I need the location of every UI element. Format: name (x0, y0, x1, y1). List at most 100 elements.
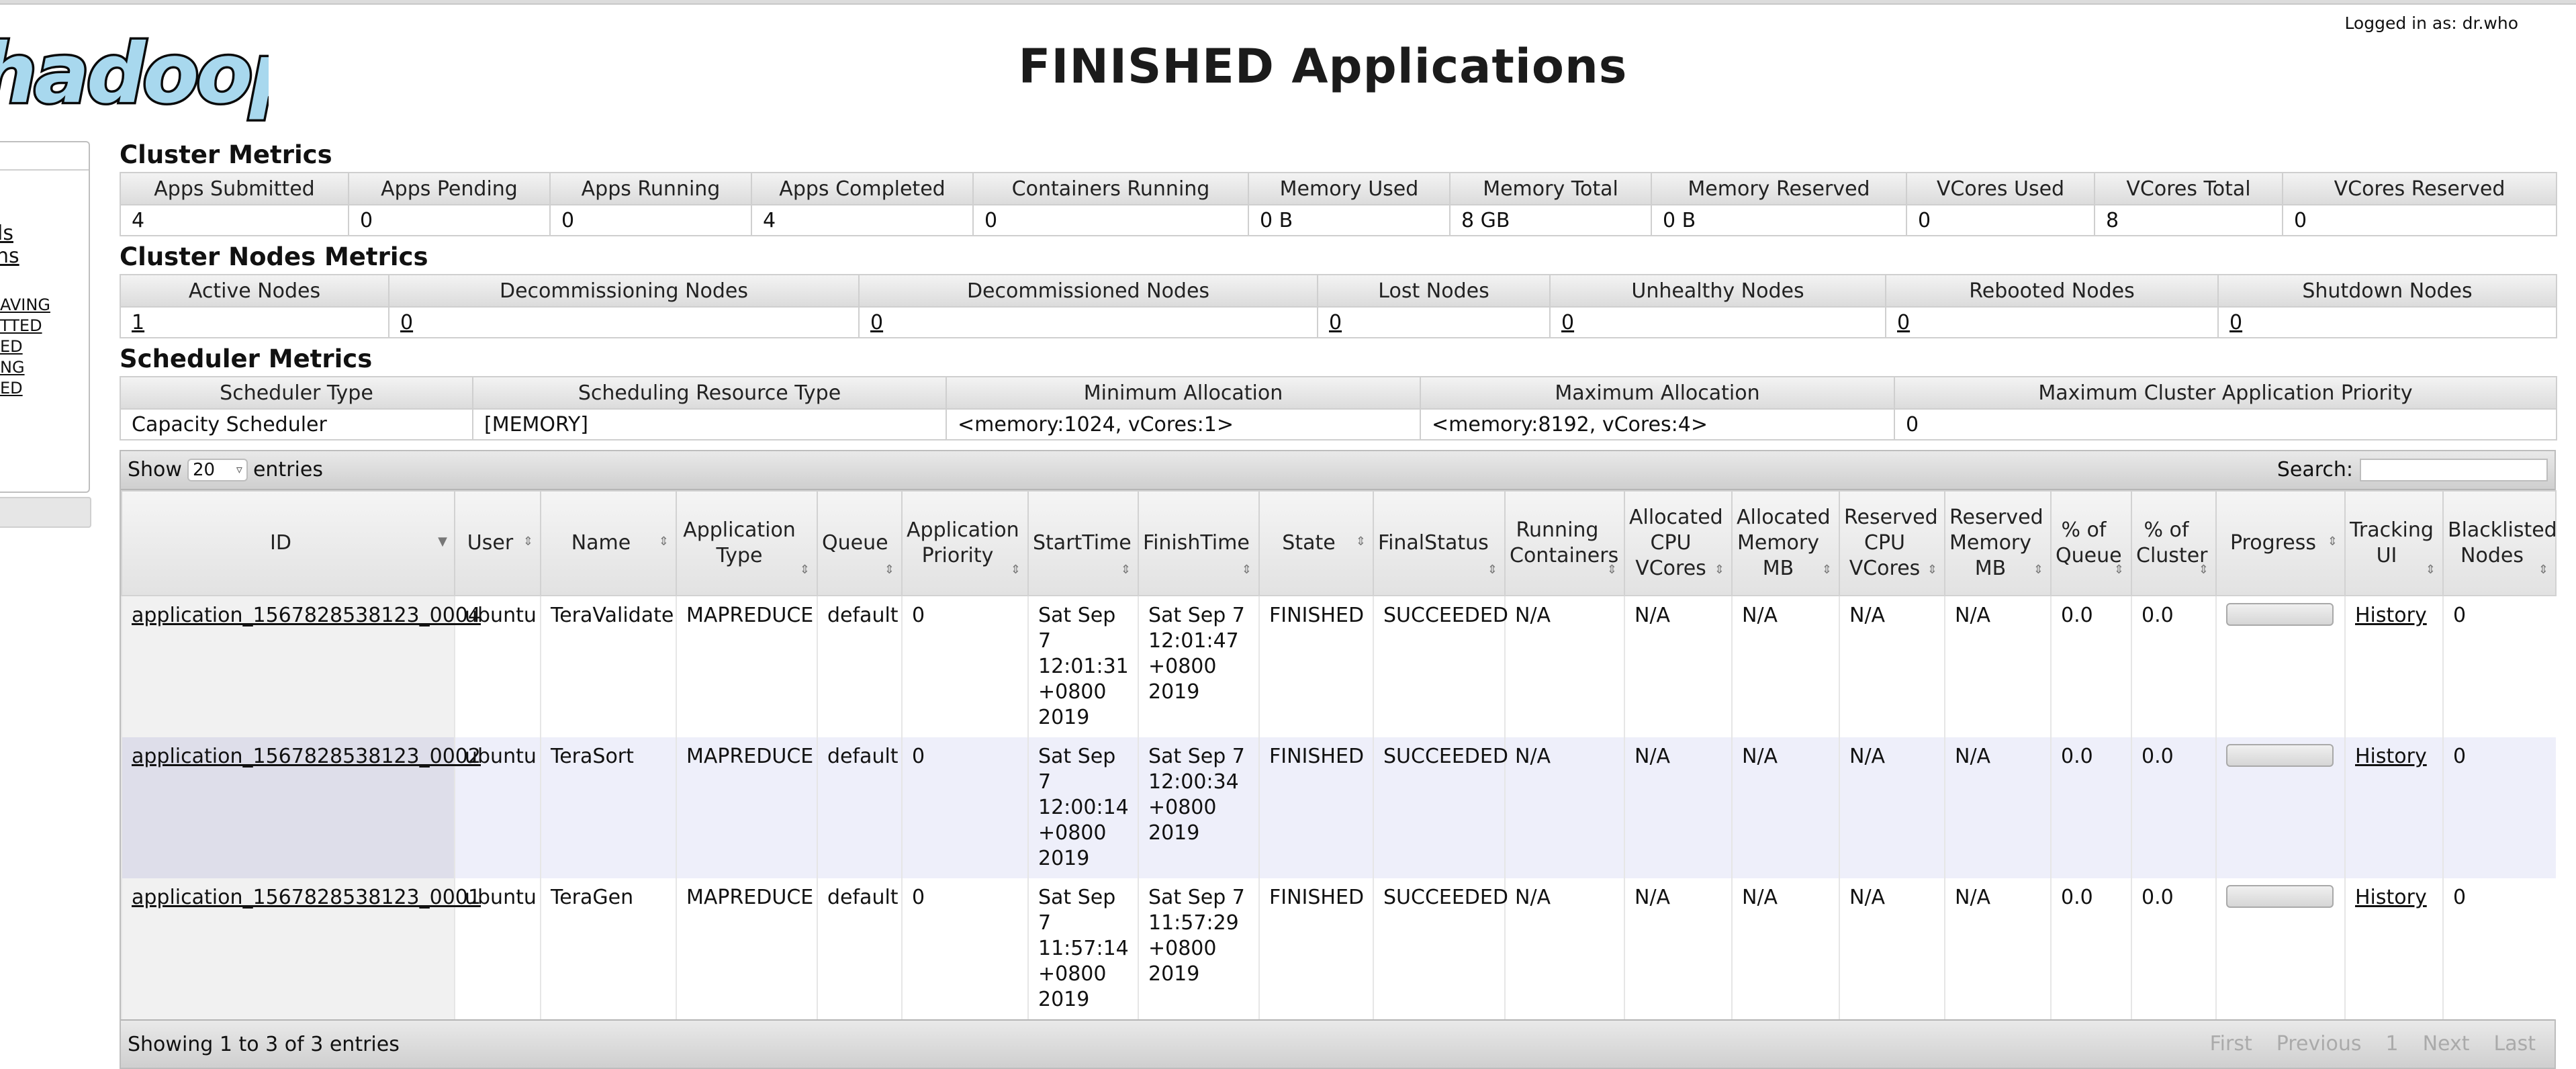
cell-app-type: MAPREDUCE (676, 878, 817, 1019)
cell-name: TeraGen (540, 878, 676, 1019)
sort-both-icon: ⇕ (522, 534, 533, 549)
cell-priority: 0 (901, 737, 1028, 878)
shutdown-nodes-link[interactable]: 0 (2229, 311, 2242, 334)
col-header-allocated-cpu[interactable]: Allocated CPU VCores ⇕ (1624, 490, 1733, 596)
cell-start-time: Sat Sep 7 12:00:14 +0800 2019 (1027, 737, 1138, 878)
scheduler-value: [MEMORY] (472, 408, 947, 440)
sort-both-icon: ⇕ (799, 563, 810, 577)
pager-next[interactable]: Next (2411, 1031, 2482, 1057)
col-header-reserved-cpu[interactable]: Reserved CPU VCores ⇕ (1839, 490, 1945, 596)
application-id-link[interactable]: application_1567828538123_0002 (132, 745, 481, 768)
sidebar-link-state-1[interactable]: AVING (0, 295, 50, 314)
history-link[interactable]: History (2355, 886, 2427, 909)
metric-header: Apps Pending (348, 172, 551, 205)
decommissioned-nodes-link[interactable]: 0 (870, 311, 883, 334)
chevron-down-icon: ▿ (236, 463, 242, 477)
page-title: FINISHED Applications (1018, 39, 1628, 94)
col-header-progress[interactable]: Progress ⇕ (2215, 490, 2346, 596)
page-length-value: 20 (192, 459, 216, 480)
scheduler-value: <memory:1024, vCores:1> (946, 408, 1421, 440)
cell-running-containers: N/A (1504, 596, 1624, 737)
table-footer: Showing 1 to 3 of 3 entries First Previo… (121, 1019, 2555, 1068)
pager-page-1[interactable]: 1 (2374, 1031, 2411, 1057)
sidebar-link-state-2[interactable]: TTED (0, 316, 42, 335)
metric-header: VCores Reserved (2282, 172, 2557, 205)
application-id-link[interactable]: application_1567828538123_0001 (132, 886, 481, 909)
cell-pct-queue: 0.0 (2050, 737, 2131, 878)
cell-user: ubuntu (454, 596, 541, 737)
cell-state: FINISHED (1258, 737, 1373, 878)
col-header-name[interactable]: Name ⇕ (540, 490, 677, 596)
application-id-link[interactable]: application_1567828538123_0004 (132, 604, 481, 627)
cell-priority: 0 (901, 878, 1028, 1019)
table-row: application_1567828538123_0004 ubuntu Te… (121, 596, 2556, 737)
cell-reserved-cpu: N/A (1839, 737, 1945, 878)
search-label: Search: (2276, 458, 2353, 481)
pager-last[interactable]: Last (2482, 1031, 2548, 1057)
scheduler-header: Scheduling Resource Type (472, 376, 947, 410)
page-length-select[interactable]: 20 ▿ (187, 458, 248, 481)
col-header-start-time[interactable]: StartTime ⇕ (1027, 490, 1139, 596)
table-header-row: ID ▼ User ⇕ Name ⇕ Application Type ⇕ Queue ⇕… (121, 490, 2557, 596)
cell-reserved-cpu: N/A (1839, 596, 1945, 737)
col-header-id[interactable]: ID ▼ (121, 490, 455, 596)
active-nodes-link[interactable]: 1 (132, 311, 144, 334)
nodes-metrics-title: Cluster Nodes Metrics (120, 242, 428, 271)
pager-first[interactable]: First (2198, 1031, 2264, 1057)
unhealthy-nodes-link[interactable]: 0 (1561, 311, 1574, 334)
sidebar-link-applications[interactable]: ns (0, 244, 19, 268)
col-header-queue[interactable]: Queue ⇕ (817, 490, 903, 596)
hadoop-logo[interactable]: hadoop (0, 20, 269, 128)
sort-both-icon: ⇕ (1821, 563, 1832, 577)
cell-running-containers: N/A (1504, 737, 1624, 878)
cell-final-status: SUCCEEDED (1373, 596, 1508, 737)
pager-previous[interactable]: Previous (2264, 1031, 2374, 1057)
sidebar-link-tools[interactable]: ls (0, 222, 13, 245)
sidebar-tools-header (0, 497, 91, 528)
col-header-running-containers[interactable]: Running Containers ⇕ (1504, 490, 1625, 596)
show-label: Show (128, 458, 182, 481)
table-info: Showing 1 to 3 of 3 entries (128, 1033, 400, 1056)
col-header-tracking-ui[interactable]: Tracking UI ⇕ (2344, 490, 2444, 596)
col-header-allocated-memory[interactable]: Allocated Memory MB ⇕ (1731, 490, 1840, 596)
cell-state: FINISHED (1258, 596, 1373, 737)
cell-user: ubuntu (454, 878, 541, 1019)
col-header-reserved-memory[interactable]: Reserved Memory MB ⇕ (1944, 490, 2052, 596)
col-header-state[interactable]: State ⇕ (1258, 490, 1374, 596)
col-header-user[interactable]: User ⇕ (454, 490, 541, 596)
col-header-final-status[interactable]: FinalStatus ⇕ (1373, 490, 1506, 596)
sort-both-icon: ⇕ (2425, 563, 2436, 577)
cell-start-time: Sat Sep 7 12:01:31 +0800 2019 (1027, 596, 1138, 737)
sidebar-link-state-4[interactable]: NG (0, 358, 25, 377)
history-link[interactable]: History (2355, 745, 2427, 768)
sidebar-link-state-3[interactable]: ED (0, 337, 23, 356)
rebooted-nodes-link[interactable]: 0 (1897, 311, 1910, 334)
col-header-pct-cluster[interactable]: % of Cluster ⇕ (2131, 490, 2217, 596)
metric-header: Memory Total (1449, 172, 1652, 205)
cell-finish-time: Sat Sep 7 12:00:34 +0800 2019 (1138, 737, 1259, 878)
sidebar-link-state-5[interactable]: ED (0, 379, 23, 398)
col-header-app-type[interactable]: Application Type ⇕ (676, 490, 818, 596)
nodes-metrics-table: Active Nodes Decommissioning Nodes Decom… (120, 274, 2557, 338)
sort-both-icon: ⇕ (1487, 563, 1498, 577)
cell-final-status: SUCCEEDED (1373, 737, 1508, 878)
col-header-blacklisted-nodes[interactable]: Blacklisted Nodes ⇕ (2442, 490, 2557, 596)
cell-reserved-memory: N/A (1944, 596, 2051, 737)
history-link[interactable]: History (2355, 604, 2427, 627)
cell-pct-cluster: 0.0 (2131, 737, 2216, 878)
metric-value: 0 (1906, 204, 2095, 236)
cell-allocated-memory: N/A (1731, 737, 1839, 878)
cell-reserved-memory: N/A (1944, 737, 2051, 878)
cell-app-type: MAPREDUCE (676, 737, 817, 878)
lost-nodes-link[interactable]: 0 (1329, 311, 1342, 334)
cluster-metrics-table: Apps Submitted Apps Pending Apps Running… (120, 172, 2557, 236)
col-header-pct-queue[interactable]: % of Queue ⇕ (2050, 490, 2132, 596)
col-header-priority[interactable]: Application Priority ⇕ (901, 490, 1029, 596)
sort-both-icon: ⇕ (2198, 563, 2209, 577)
cell-name: TeraSort (540, 737, 676, 878)
decommissioning-nodes-link[interactable]: 0 (400, 311, 413, 334)
sort-both-icon: ⇕ (1355, 534, 1366, 549)
metric-value: 0 (972, 204, 1249, 236)
search-input[interactable] (2360, 458, 2548, 481)
col-header-finish-time[interactable]: FinishTime ⇕ (1138, 490, 1260, 596)
